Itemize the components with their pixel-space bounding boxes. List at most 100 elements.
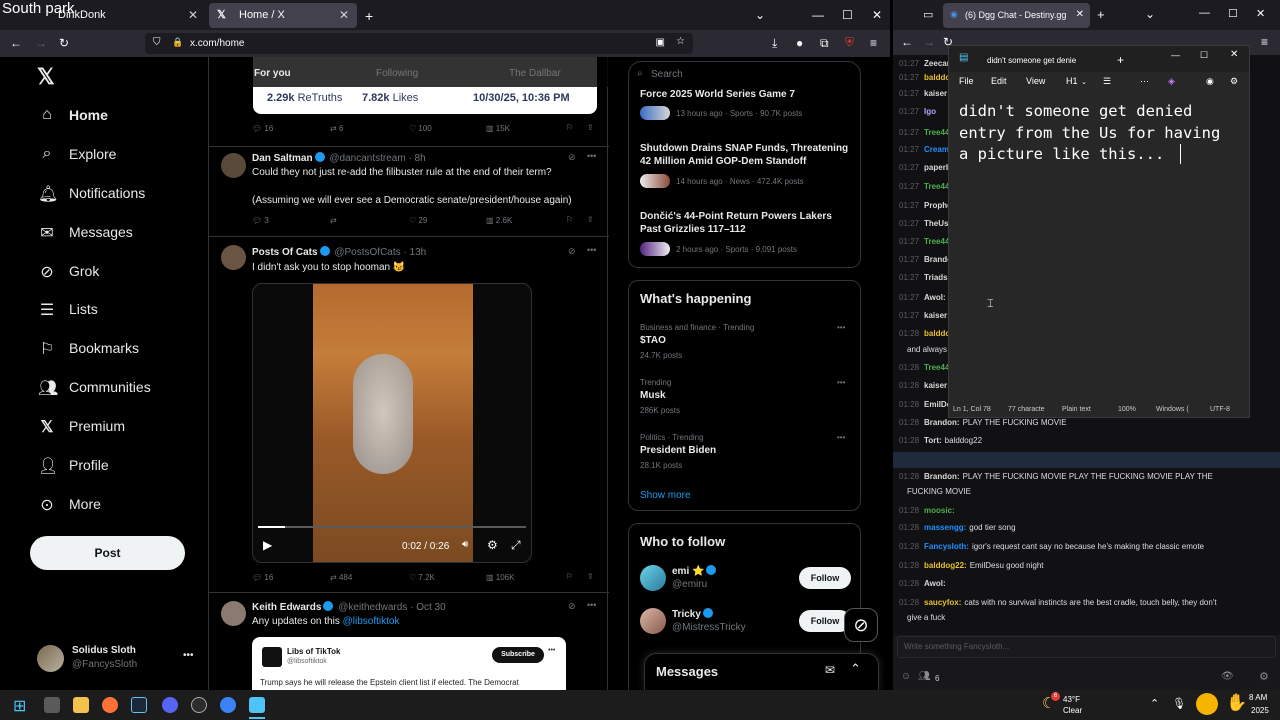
ublock-icon[interactable]: ⛨	[845, 35, 854, 50]
minimize-icon[interactable]: —	[812, 8, 824, 22]
x-logo-icon[interactable]: 𝕏	[37, 64, 55, 90]
menu-icon[interactable]: ≡	[1261, 35, 1268, 49]
chat-username[interactable]: Tort:	[924, 436, 942, 445]
close-tab-icon[interactable]: ✕	[1076, 9, 1084, 20]
chat-username[interactable]: TheUs	[924, 219, 948, 228]
clock-time[interactable]: 8 AM	[1249, 693, 1267, 702]
share-icon[interactable]: ⇪	[587, 123, 594, 132]
reload-icon[interactable]: ↻	[59, 36, 69, 50]
fullscreen-icon[interactable]: ⤢	[511, 538, 521, 553]
copilot-icon[interactable]: ◈	[1168, 76, 1175, 87]
chat-username[interactable]: Tree44	[924, 182, 949, 191]
reply-button[interactable]: 💬︎ 16	[252, 124, 273, 133]
extensions-icon[interactable]: ⧉	[820, 36, 829, 51]
chat-username[interactable]: Triads	[924, 273, 948, 282]
chat-username[interactable]: balddo	[924, 329, 950, 338]
settings-icon[interactable]: ⚙	[1230, 76, 1238, 87]
chat-username[interactable]: balddog22:	[924, 561, 967, 570]
tab-for-you[interactable]: For you	[254, 68, 291, 79]
chat-username[interactable]: kaiser	[924, 89, 947, 98]
video-progress[interactable]	[258, 526, 526, 528]
grok-icon[interactable]: ⊘	[568, 246, 576, 257]
subscribe-button[interactable]: Subscribe	[492, 647, 544, 663]
follow-button[interactable]: Follow	[799, 567, 851, 589]
chat-username[interactable]: Igo	[924, 107, 936, 116]
more-icon[interactable]: •••	[587, 600, 596, 610]
chat-username[interactable]: Tree44	[924, 363, 949, 372]
menu-view[interactable]: View	[1026, 76, 1045, 86]
tab-home-x[interactable]: 𝕏 Home / X ✕	[209, 3, 357, 28]
menu-icon[interactable]: ≡	[870, 36, 877, 50]
post-button[interactable]: Post	[30, 536, 185, 570]
notepad-icon[interactable]	[249, 697, 265, 713]
chat-username[interactable]: balddo	[924, 73, 950, 82]
messages-drawer[interactable]: Messages ✉ ⌃	[644, 653, 879, 690]
maximize-icon[interactable]: ☐	[1200, 50, 1208, 61]
avatar[interactable]	[221, 153, 246, 178]
show-more-link[interactable]: Show more	[640, 490, 691, 501]
tab-the-dallbar[interactable]: The Dallbar	[509, 68, 561, 79]
chat-username[interactable]: Tree44	[924, 128, 949, 137]
chat-username[interactable]: Brandon:	[924, 418, 960, 427]
tweet[interactable]: Posts Of Cats @PostsOfCats · 13h ⊘ ••• I…	[209, 237, 609, 593]
close-tab-icon[interactable]: ✕	[339, 8, 349, 22]
mention-link[interactable]: @libsoftiktok	[343, 616, 400, 627]
firefox-icon[interactable]	[102, 697, 118, 713]
play-icon[interactable]: ▶	[263, 538, 272, 552]
forward-icon[interactable]: →	[35, 36, 47, 50]
tweet-author[interactable]: Dan Saltman @dancantstream · 8h	[252, 152, 426, 164]
more-icon[interactable]: •••	[587, 151, 596, 161]
list-icon[interactable]: ☰	[1103, 76, 1111, 87]
back-icon[interactable]: ←	[901, 35, 913, 49]
chevron-down-icon[interactable]: ⌄	[1081, 78, 1087, 86]
heading-dropdown[interactable]: H1	[1066, 76, 1078, 86]
tab-overview-icon[interactable]: ▭	[923, 8, 933, 21]
close-window-icon[interactable]: ✕	[1230, 49, 1238, 60]
windows-start-icon[interactable]: ⊞	[13, 696, 26, 716]
chat-username[interactable]: massengg:	[924, 523, 966, 532]
tweet[interactable]: Dan Saltman @dancantstream · 8h ⊘ ••• Co…	[209, 147, 609, 237]
compose-message-icon[interactable]: ✉	[825, 663, 835, 677]
mic-icon[interactable]: 🎙︎	[1172, 697, 1186, 710]
tab-following[interactable]: Following	[376, 68, 418, 79]
bookmark-icon[interactable]: ⚐	[566, 215, 573, 224]
reply-button[interactable]: 💬︎ 16	[252, 573, 273, 582]
chat-username[interactable]: Brandon:	[924, 472, 960, 481]
reply-button[interactable]: 💬︎ 3	[252, 216, 269, 225]
chat-input[interactable]: Write something Fancysloth...	[897, 636, 1276, 658]
new-tab-icon[interactable]: +	[365, 8, 373, 24]
emoji-icon[interactable]	[1196, 693, 1218, 715]
clock-date[interactable]: 2025	[1251, 706, 1269, 715]
settings-icon[interactable]: ⚙	[487, 538, 498, 552]
maximize-icon[interactable]: ☐	[842, 8, 853, 22]
volume-icon[interactable]: 🔊︎	[462, 539, 468, 550]
account-icon[interactable]: ●	[796, 36, 803, 50]
more-icon[interactable]: •••	[837, 433, 845, 442]
avatar[interactable]	[221, 245, 246, 270]
file-explorer-icon[interactable]	[73, 697, 89, 713]
task-view-icon[interactable]	[44, 697, 60, 713]
qbittorrent-icon[interactable]	[220, 697, 236, 713]
more-icon[interactable]: •••	[548, 647, 555, 654]
chat-username[interactable]: moosic:	[924, 506, 955, 515]
repost-button[interactable]: ⇄ 6	[330, 124, 343, 133]
notepad-text-area[interactable]: didn't someone get denied entry from the…	[959, 101, 1249, 166]
emote-icon[interactable]: ☺	[901, 671, 911, 682]
chevron-down-icon[interactable]: ⌄	[755, 8, 765, 22]
like-button[interactable]: ♡ 7.2K	[409, 573, 435, 582]
notepad-tab[interactable]: didn't someone get denie	[979, 50, 1107, 72]
chevron-up-icon[interactable]: ⌃	[1150, 697, 1159, 710]
users-icon[interactable]: 👥︎	[918, 671, 931, 682]
menu-edit[interactable]: Edit	[991, 76, 1007, 86]
grok-floating-button[interactable]: ⊘	[844, 608, 878, 642]
views-button[interactable]: ▥ 15K	[486, 124, 510, 133]
video-player[interactable]: ▶ 0:02 / 0:26 🔊︎ ⚙ ⤢	[252, 283, 532, 563]
views-button[interactable]: ▥ 2.6K	[486, 216, 512, 225]
chat-username[interactable]: Awol:	[924, 579, 946, 588]
more-icon[interactable]: •••	[837, 378, 845, 387]
close-window-icon[interactable]: ✕	[872, 8, 882, 22]
more-icon[interactable]: •••	[587, 245, 596, 255]
url-field[interactable]: ⛉ 🔒 x.com/home ▣ ☆	[145, 33, 693, 54]
star-icon[interactable]: ☆	[676, 36, 685, 47]
bookmark-icon[interactable]: ⚐	[566, 123, 573, 132]
